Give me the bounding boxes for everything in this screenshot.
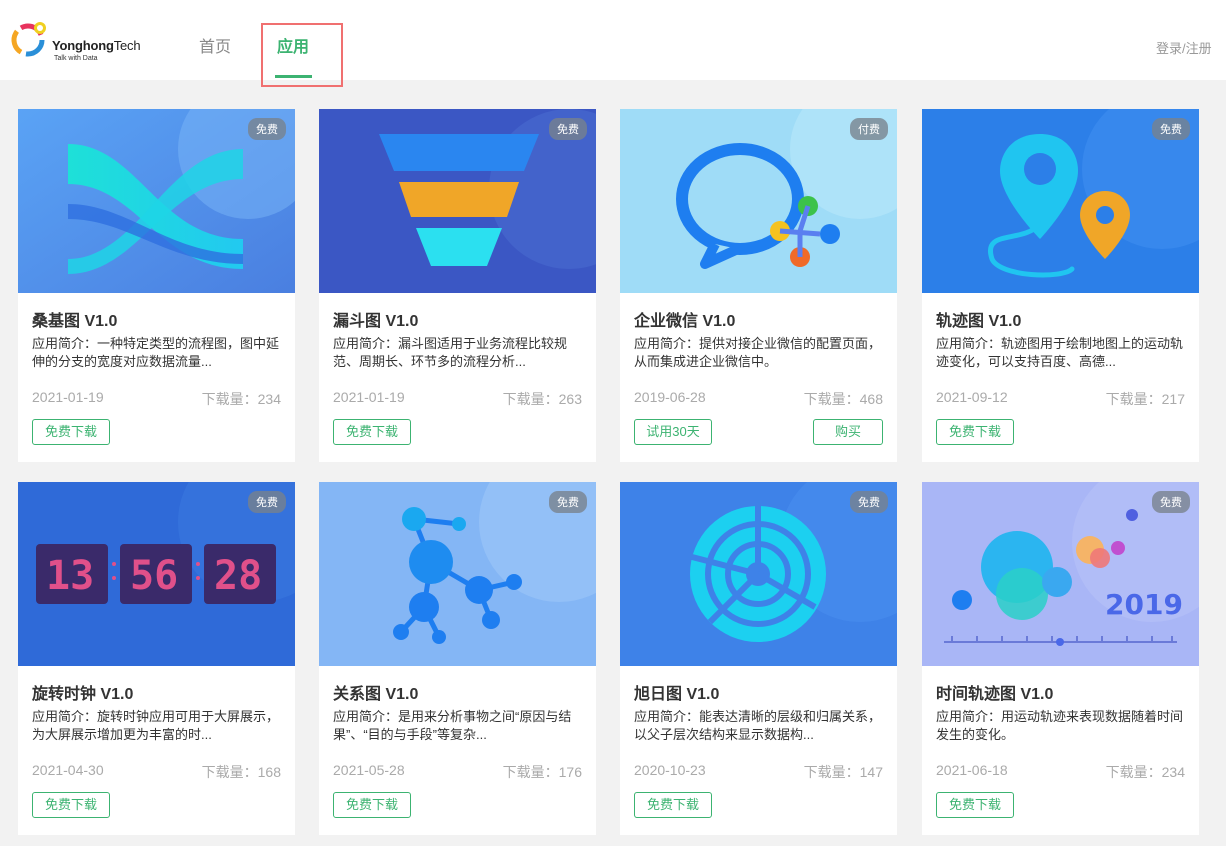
- app-date: 2021-09-12: [936, 389, 1008, 405]
- price-badge: 免费: [549, 118, 587, 140]
- brand-logo[interactable]: YonghongTech Talk with Data: [10, 8, 141, 66]
- free-download-button[interactable]: 免费下载: [32, 419, 110, 445]
- price-badge: 免费: [1152, 118, 1190, 140]
- app-description: 应用简介：一种特定类型的流程图，图中延伸的分支的宽度对应数据流量...: [32, 336, 280, 369]
- app-card-wechat-work[interactable]: 付费 企业微信 V1.0 应用简介：提供对接企业微信的配置页面，从而集成进企业微…: [620, 109, 897, 462]
- app-title[interactable]: 企业微信 V1.0: [634, 307, 735, 331]
- app-description: 应用简介：提供对接企业微信的配置页面，从而集成进企业微信中。: [634, 336, 882, 369]
- app-title[interactable]: 轨迹图 V1.0: [936, 307, 1021, 331]
- app-card-relation[interactable]: 免费 关系图 V1.0 应用简介：是用来分析事物之间“原因与结果”、“目的与手段…: [319, 482, 596, 835]
- logo-ring-icon: [11, 22, 46, 57]
- price-badge: 免费: [248, 118, 286, 140]
- price-badge: 免费: [850, 491, 888, 513]
- app-title[interactable]: 旋转时钟 V1.0: [32, 680, 133, 704]
- login-register-link[interactable]: 登录/注册: [1156, 38, 1212, 57]
- free-download-button[interactable]: 免费下载: [634, 792, 712, 818]
- download-count: 下载量：263: [502, 391, 582, 407]
- app-card-sunburst[interactable]: 免费 旭日图 V1.0 应用简介：能表达清晰的层级和归属关系，以父子层次结构来显…: [620, 482, 897, 835]
- free-download-button[interactable]: 免费下载: [333, 792, 411, 818]
- clock-digits: 56: [130, 553, 178, 599]
- brand-name: YonghongTech: [52, 38, 141, 53]
- download-count: 下载量：168: [201, 764, 281, 780]
- app-date: 2019-06-28: [634, 389, 706, 405]
- download-count: 下载量：468: [803, 391, 883, 407]
- trial-button[interactable]: 试用30天: [634, 419, 712, 445]
- app-description: 应用简介：用运动轨迹来表现数据随着时间发生的变化。: [936, 709, 1184, 742]
- free-download-button[interactable]: 免费下载: [32, 792, 110, 818]
- download-count: 下载量：147: [803, 764, 883, 780]
- download-count: 下载量：234: [201, 391, 281, 407]
- app-description: 应用简介：是用来分析事物之间“原因与结果”、“目的与手段”等复杂...: [333, 709, 572, 742]
- app-description: 应用简介：漏斗图适用于业务流程比较规范、周期长、环节多的流程分析...: [333, 336, 568, 369]
- top-header: YonghongTech Talk with Data 首页 应用 登录/注册: [0, 0, 1226, 87]
- brand-tagline: Talk with Data: [54, 55, 98, 62]
- free-download-button[interactable]: 免费下载: [333, 419, 411, 445]
- download-count: 下载量：217: [1105, 391, 1185, 407]
- price-badge: 免费: [248, 491, 286, 513]
- app-title[interactable]: 桑基图 V1.0: [32, 307, 117, 331]
- app-card-track[interactable]: 免费 轨迹图 V1.0 应用简介：轨迹图用于绘制地图上的运动轨迹变化，可以支持百…: [922, 109, 1199, 462]
- price-badge: 免费: [1152, 491, 1190, 513]
- download-count: 下载量：234: [1105, 764, 1185, 780]
- nav-highlight-box: [261, 23, 343, 87]
- app-card-clock[interactable]: 13 56 28 免费 旋转时钟 V1.0 应用简介：旋转时钟应用可用于大屏展示，为…: [18, 482, 295, 835]
- app-title[interactable]: 旭日图 V1.0: [634, 680, 719, 704]
- free-download-button[interactable]: 免费下载: [936, 792, 1014, 818]
- app-card-funnel[interactable]: 免费 漏斗图 V1.0 应用简介：漏斗图适用于业务流程比较规范、周期长、环节多的…: [319, 109, 596, 462]
- app-date: 2020-10-23: [634, 762, 706, 778]
- app-date: 2021-05-28: [333, 762, 405, 778]
- clock-digits: 13: [46, 553, 94, 599]
- app-date: 2021-01-19: [333, 389, 405, 405]
- app-title[interactable]: 漏斗图 V1.0: [333, 307, 418, 331]
- year-label: 2019: [1105, 588, 1183, 621]
- free-download-button[interactable]: 免费下载: [936, 419, 1014, 445]
- download-count: 下载量：176: [502, 764, 582, 780]
- app-date: 2021-06-18: [936, 762, 1008, 778]
- app-card-timeline-track[interactable]: 2019 免费 时间轨迹图 V1.0 应用简介：用运动轨迹来表现数据随着时间发生…: [922, 482, 1199, 835]
- app-title[interactable]: 关系图 V1.0: [333, 680, 418, 704]
- nav-home[interactable]: 首页: [199, 33, 231, 57]
- app-description: 应用简介：旋转时钟应用可用于大屏展示，为大屏展示增加更为丰富的时...: [32, 709, 280, 742]
- app-description: 应用简介：能表达清晰的层级和归属关系，以父子层次结构来显示数据构...: [634, 709, 882, 742]
- buy-button[interactable]: 购买: [813, 419, 883, 445]
- app-date: 2021-04-30: [32, 762, 104, 778]
- price-badge: 免费: [549, 491, 587, 513]
- app-description: 应用简介：轨迹图用于绘制地图上的运动轨迹变化，可以支持百度、高德...: [936, 336, 1184, 369]
- app-title[interactable]: 时间轨迹图 V1.0: [936, 680, 1053, 704]
- price-badge: 付费: [850, 118, 888, 140]
- clock-digits: 28: [214, 553, 262, 599]
- app-card-sankey[interactable]: 免费 桑基图 V1.0 应用简介：一种特定类型的流程图，图中延伸的分支的宽度对应…: [18, 109, 295, 462]
- app-date: 2021-01-19: [32, 389, 104, 405]
